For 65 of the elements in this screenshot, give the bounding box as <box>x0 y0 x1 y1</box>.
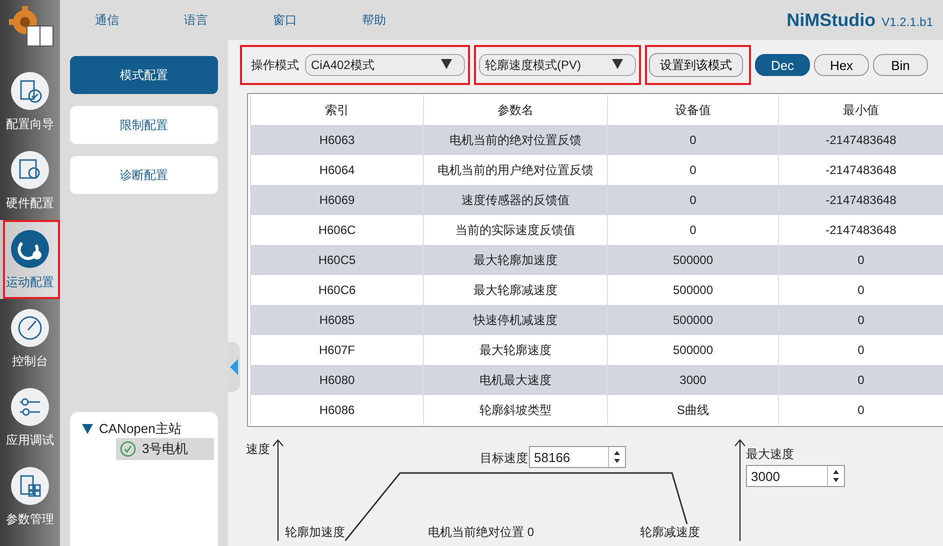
collapse-handle[interactable] <box>228 342 240 392</box>
subnav-button[interactable]: 诊断配置 <box>70 156 218 194</box>
tree-node[interactable]: CANopen主站 <box>99 420 182 438</box>
table-cell: 0 <box>778 245 943 275</box>
table-cell: H6085 <box>250 305 424 335</box>
menu-item[interactable]: 通信 <box>95 12 119 28</box>
position-label: 电机当前绝对位置 0 <box>428 524 534 541</box>
table-cell: S曲线 <box>608 395 778 425</box>
gauge-icon <box>10 308 50 348</box>
accel-label: 轮廓加速度 <box>285 524 345 541</box>
subnav-button[interactable]: 限制配置 <box>70 106 218 144</box>
table-cell: H6069 <box>250 185 424 215</box>
subnav-button[interactable]: 模式配置 <box>70 56 218 94</box>
spin-arrows-icon[interactable] <box>612 449 622 465</box>
mode-dropdown[interactable]: CiA402模式 <box>305 54 465 76</box>
table-cell: 轮廓斜坡类型 <box>424 395 608 425</box>
nav-item[interactable]: 参数管理 <box>0 457 60 536</box>
table-cell: 0 <box>778 365 943 395</box>
nav-item[interactable]: 控制台 <box>0 299 60 378</box>
grid-document-icon <box>10 466 50 506</box>
table-cell: 0 <box>778 305 943 335</box>
table-cell: 速度传感器的反馈值 <box>424 185 608 215</box>
radix-button[interactable]: Dec <box>755 54 810 76</box>
table-cell: 快速停机减速度 <box>424 305 608 335</box>
app-title: NiMStudio <box>786 10 876 30</box>
sliders-icon <box>10 386 50 426</box>
table-cell: H60C5 <box>250 245 424 275</box>
table-cell: H6080 <box>250 365 424 395</box>
mode-label: 操作模式 <box>251 56 299 74</box>
submode-dropdown[interactable]: 轮廓速度模式(PV) <box>479 54 636 76</box>
apply-button[interactable]: 设置到该模式 <box>649 53 743 77</box>
menu-item[interactable]: 窗口 <box>273 12 297 28</box>
target-speed-label: 目标速度 <box>480 450 528 467</box>
nav-item[interactable]: 运动配置 <box>0 220 60 299</box>
table-cell: -2147483648 <box>778 185 943 215</box>
target-speed-field[interactable]: 58166 <box>529 446 626 468</box>
dropdown-caret-icon <box>441 59 452 69</box>
wizard-icon <box>10 70 50 110</box>
decel-label: 轮廓减速度 <box>640 524 700 541</box>
table-cell: 电机最大速度 <box>424 365 608 395</box>
table-cell: -2147483648 <box>778 125 943 155</box>
expand-triangle-icon[interactable] <box>82 424 93 434</box>
table-cell: 500000 <box>608 245 778 275</box>
check-circle-icon <box>120 441 136 457</box>
version-label: V1.2.1.b1 <box>882 14 933 29</box>
radix-button[interactable]: Hex <box>814 54 869 76</box>
table-cell: 0 <box>608 125 778 155</box>
max-speed-field[interactable]: 3000 <box>746 465 845 487</box>
table-cell: 0 <box>608 185 778 215</box>
tree-item[interactable]: 3号电机 <box>116 438 214 460</box>
nav-item[interactable]: 应用调试 <box>0 378 60 457</box>
table-cell: 500000 <box>608 305 778 335</box>
nav-item[interactable]: 配置向导 <box>0 62 60 141</box>
table-cell: 电机当前的绝对位置反馈 <box>424 125 608 155</box>
table-cell: 3000 <box>608 365 778 395</box>
spin-arrows-icon[interactable] <box>831 468 841 484</box>
table-cell: 0 <box>778 395 943 425</box>
menu-item[interactable]: 帮助 <box>362 12 386 28</box>
menu-item[interactable]: 语言 <box>184 12 208 28</box>
table-cell: 最大轮廓加速度 <box>424 245 608 275</box>
table-cell: H6086 <box>250 395 424 425</box>
dropdown-caret-icon <box>612 59 623 69</box>
nav-item[interactable]: 硬件配置 <box>0 141 60 220</box>
radix-button[interactable]: Bin <box>873 54 928 76</box>
table-cell: H6063 <box>250 125 424 155</box>
